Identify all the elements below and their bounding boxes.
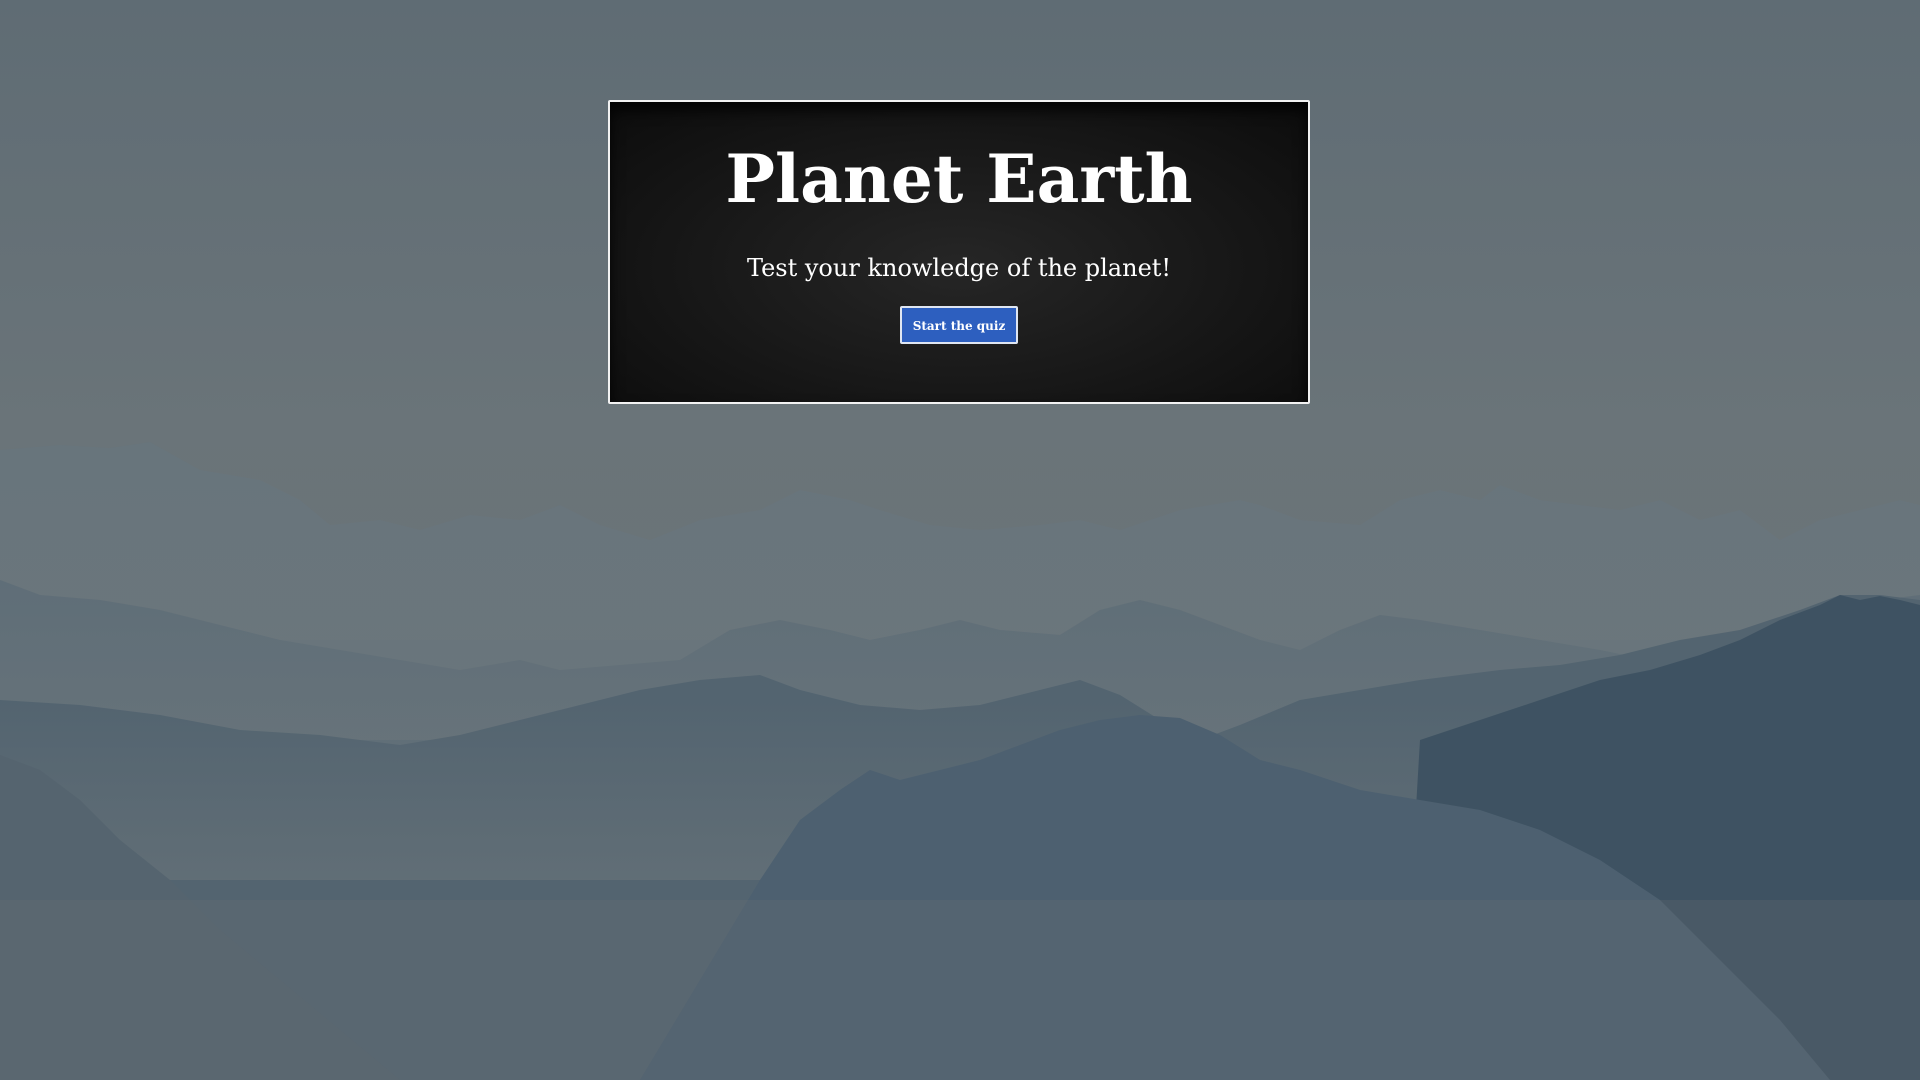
page-title: Planet Earth <box>725 140 1193 218</box>
quiz-intro-card: Planet Earth Test your knowledge of the … <box>608 100 1310 404</box>
quiz-subtitle: Test your knowledge of the planet! <box>746 254 1172 282</box>
start-quiz-button[interactable]: Start the quiz <box>899 306 1019 344</box>
